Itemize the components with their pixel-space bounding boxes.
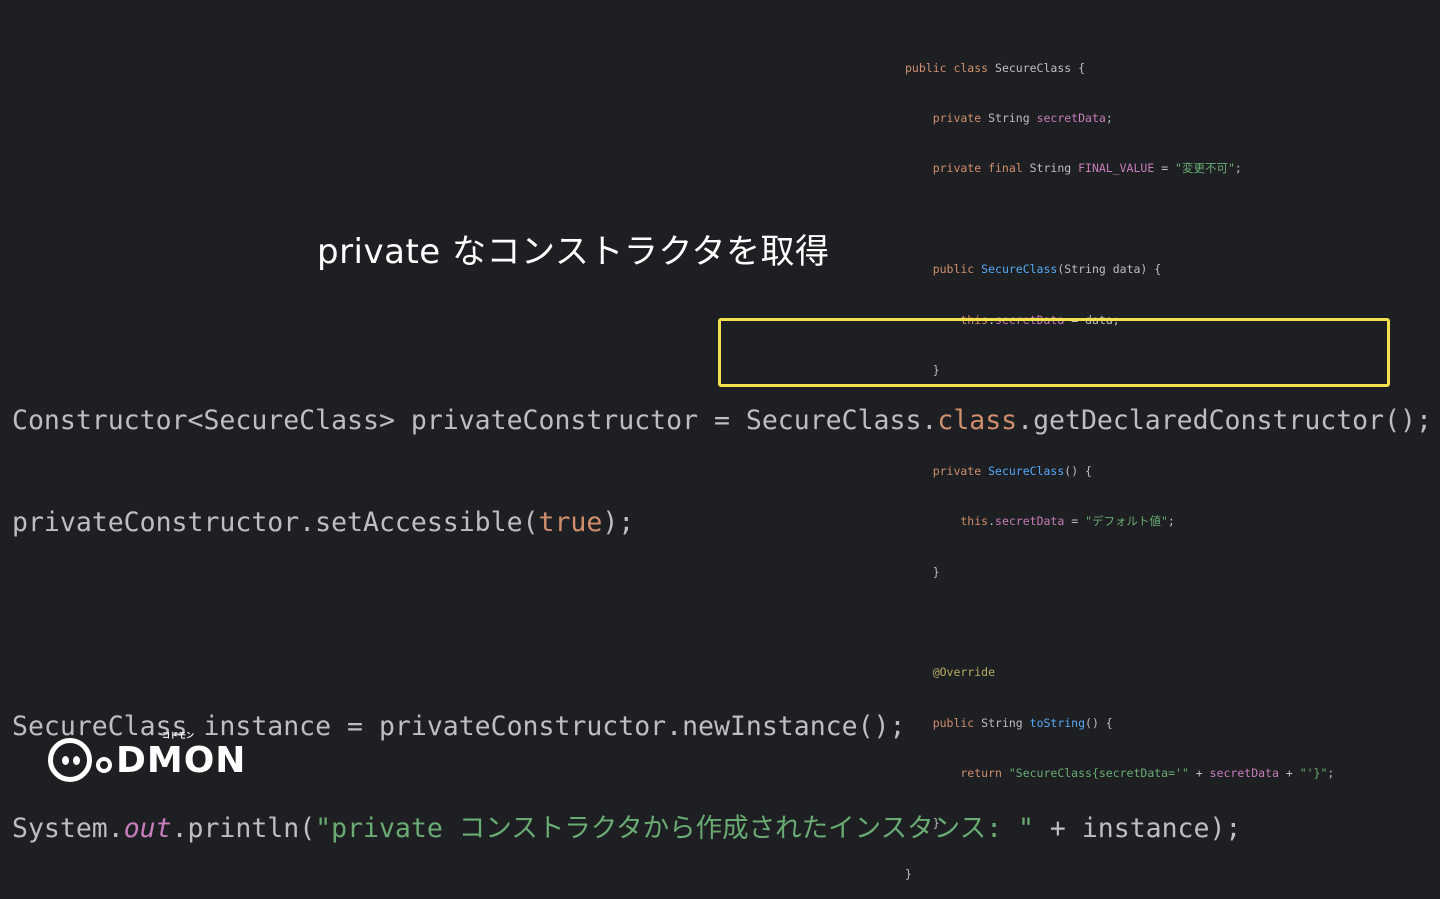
operator: = <box>1154 161 1176 176</box>
slide-title: private なコンストラクタを取得 <box>317 232 830 272</box>
logo-o-icon <box>96 757 112 773</box>
code-text: ); <box>602 507 635 538</box>
code-text: + instance); <box>1033 813 1242 844</box>
keyword: class <box>937 405 1018 436</box>
string-literal: "private コンストラクタから作成されたインスタンス: " <box>315 813 1034 844</box>
code-text: Constructor<SecureClass> privateConstruc… <box>12 405 938 436</box>
function-name: SecureClass <box>981 262 1058 277</box>
string-literal: "変更不可" <box>1175 161 1235 176</box>
code-text: System. <box>12 813 124 844</box>
field: secretData <box>1036 110 1106 125</box>
keyword: public <box>905 262 982 277</box>
logo-text: DMON <box>116 739 247 781</box>
code-text: .getDeclaredConstructor(); <box>1017 405 1432 436</box>
logo-ruby: コドモン <box>162 731 194 740</box>
params: (String data) { <box>1057 262 1162 277</box>
keyword: private final <box>905 161 1030 176</box>
codmon-logo: DMON コドモン <box>48 731 247 782</box>
code-text: privateConstructor.setAccessible( <box>12 507 539 538</box>
keyword: true <box>538 507 603 538</box>
field: FINAL_VALUE <box>1078 161 1155 176</box>
code-line: privateConstructor.setAccessible(true); <box>12 506 1432 540</box>
punct: ; <box>1234 161 1242 176</box>
class-name: SecureClass { <box>995 60 1086 75</box>
punct: ; <box>1105 110 1113 125</box>
code-line: private final String FINAL_VALUE = "変更不可… <box>905 160 1334 177</box>
keyword: private <box>905 110 989 125</box>
code-line: public class SecureClass { <box>905 60 1334 77</box>
keyword: public class <box>905 60 996 75</box>
field: out <box>123 813 172 844</box>
code-line: private String secretData; <box>905 110 1334 127</box>
code-line: Constructor<SecureClass> privateConstruc… <box>12 404 1432 438</box>
type: String <box>988 110 1037 125</box>
code-line: System.out.println("private コンストラクタから作成さ… <box>12 812 1432 846</box>
type: String <box>1029 161 1079 176</box>
main-code-block: Constructor<SecureClass> privateConstruc… <box>12 336 1432 880</box>
code-text: .println( <box>171 813 316 844</box>
logo-face-icon <box>48 738 92 782</box>
code-line: public SecureClass(String data) { <box>905 261 1334 278</box>
